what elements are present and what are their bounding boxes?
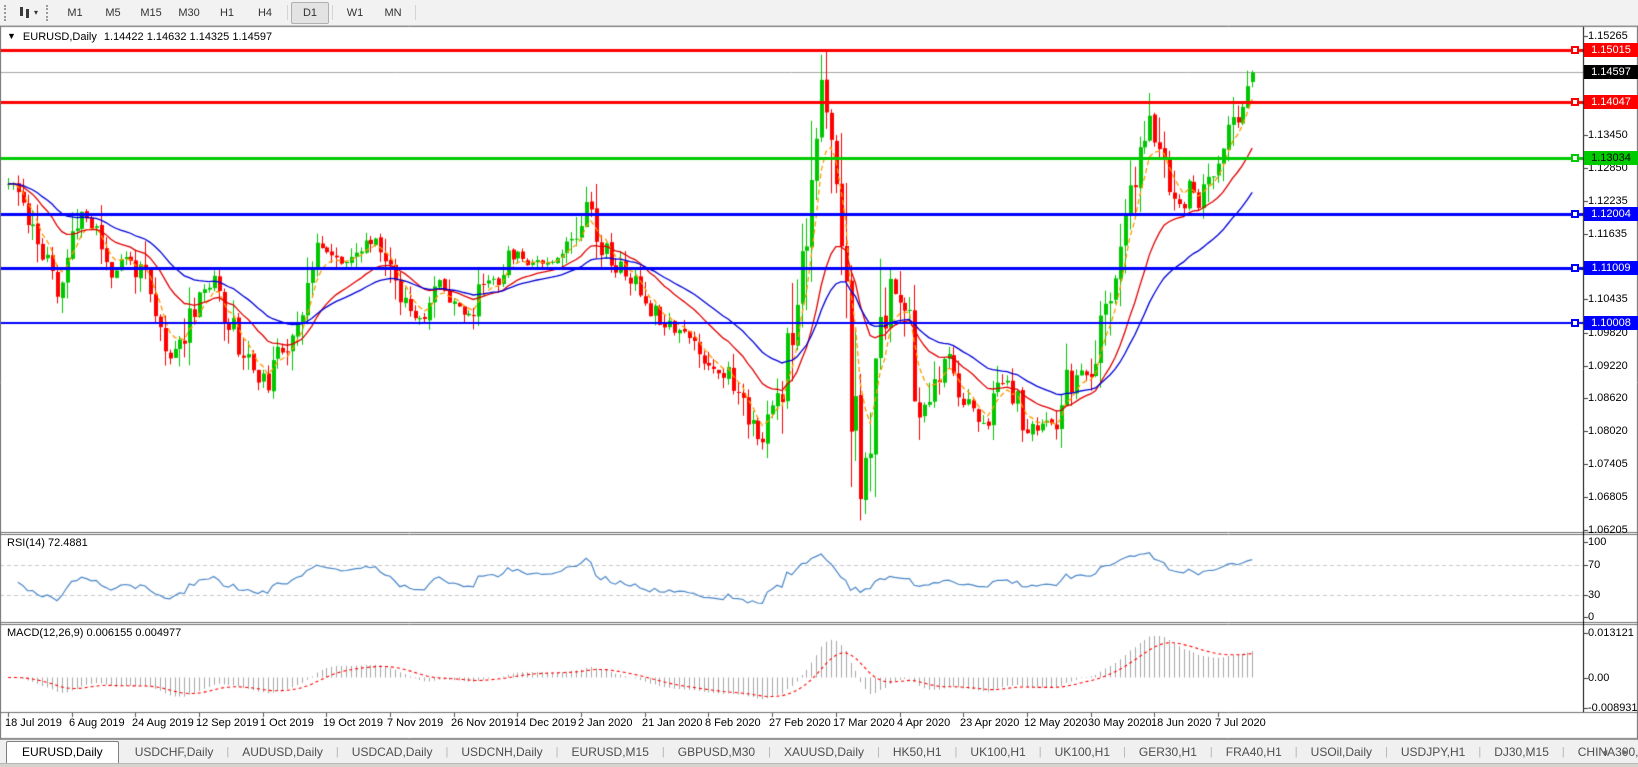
date-label: 18 Jul 2019: [5, 717, 62, 729]
tab-eurusd-m15[interactable]: EURUSD,M15: [559, 742, 662, 763]
date-label: 12 Sep 2019: [196, 717, 258, 729]
level-price-badge: 1.14047: [1584, 95, 1638, 109]
price-tick-label: 1.08020: [1588, 425, 1628, 437]
macd-scale-label: 0.013121: [1588, 627, 1634, 639]
date-label: 19 Oct 2019: [323, 717, 383, 729]
chart-dropdown-icon[interactable]: ▼: [7, 31, 16, 43]
price-tick-label: 1.10435: [1588, 293, 1628, 305]
date-label: 12 May 2020: [1024, 717, 1088, 729]
level-price-badge: 1.11009: [1584, 261, 1638, 275]
tab-scroll-right-button[interactable]: ►: [1621, 747, 1630, 757]
rsi-scale-label: 0: [1588, 611, 1594, 623]
level-price-badge: 1.12004: [1584, 207, 1638, 221]
current-price-badge: 1.14597: [1584, 65, 1638, 79]
tab-usdcnh-daily[interactable]: USDCNH,Daily: [448, 742, 555, 763]
date-label: 6 Aug 2019: [69, 717, 125, 729]
price-tick-label: 1.08620: [1588, 392, 1628, 404]
date-label: 26 Nov 2019: [451, 717, 513, 729]
tab-usdchf-daily[interactable]: USDCHF,Daily: [122, 742, 227, 763]
tab-uk100-h1[interactable]: UK100,H1: [1042, 742, 1123, 763]
price-chart-canvas[interactable]: [0, 0, 1638, 767]
tab-hk50-h1[interactable]: HK50,H1: [880, 742, 955, 763]
hline-marker[interactable]: [1571, 264, 1579, 272]
level-price-badge: 1.10008: [1584, 316, 1638, 330]
tab-xauusd-daily[interactable]: XAUUSD,Daily: [771, 742, 877, 763]
hline-marker[interactable]: [1571, 154, 1579, 162]
tab-scroll-buttons: ◄ ►: [1600, 747, 1630, 757]
price-tick-label: 1.07405: [1588, 458, 1628, 470]
date-label: 24 Aug 2019: [132, 717, 194, 729]
date-label: 23 Apr 2020: [960, 717, 1019, 729]
date-label: 30 May 2020: [1088, 717, 1152, 729]
date-label: 8 Feb 2020: [705, 717, 761, 729]
price-tick-label: 1.11635: [1588, 228, 1627, 240]
date-label: 7 Jul 2020: [1215, 717, 1266, 729]
hline-marker[interactable]: [1571, 210, 1579, 218]
tab-usoil-daily[interactable]: USOil,Daily: [1298, 742, 1385, 763]
hline-marker[interactable]: [1571, 319, 1579, 327]
tab-audusd-daily[interactable]: AUDUSD,Daily: [229, 742, 336, 763]
date-label: 18 Jun 2020: [1151, 717, 1212, 729]
level-price-badge: 1.13034: [1584, 151, 1638, 165]
tab-usdjpy-h1[interactable]: USDJPY,H1: [1388, 742, 1478, 763]
tab-eurusd-daily[interactable]: EURUSD,Daily: [6, 741, 119, 764]
date-label: 7 Nov 2019: [387, 717, 443, 729]
tab-usdcad-daily[interactable]: USDCAD,Daily: [339, 742, 446, 763]
tab-fra40-h1[interactable]: FRA40,H1: [1213, 742, 1295, 763]
macd-scale-label: -0.008931: [1588, 702, 1638, 714]
tab-gbpusd-m30[interactable]: GBPUSD,M30: [665, 742, 768, 763]
symbol-period-label: EURUSD,Daily: [23, 31, 97, 43]
macd-scale-label: 0.00: [1588, 672, 1609, 684]
ohlc-values: 1.14422 1.14632 1.14325 1.14597: [104, 31, 272, 43]
date-label: 27 Feb 2020: [769, 717, 831, 729]
price-tick-label: 1.12235: [1588, 195, 1628, 207]
hline-marker[interactable]: [1571, 98, 1579, 106]
chart-tab-bar: EURUSD,DailyUSDCHF,Daily|AUDUSD,Daily|US…: [0, 739, 1638, 763]
tab-uk100-h1[interactable]: UK100,H1: [957, 742, 1038, 763]
price-tick-label: 1.06205: [1588, 524, 1628, 536]
macd-label: MACD(12,26,9) 0.006155 0.004977: [7, 627, 181, 639]
date-label: 17 Mar 2020: [833, 717, 895, 729]
chart-tabs: EURUSD,DailyUSDCHF,Daily|AUDUSD,Daily|US…: [6, 740, 1638, 763]
chart-title: ▼ EURUSD,Daily 1.14422 1.14632 1.14325 1…: [7, 31, 272, 43]
rsi-scale-label: 100: [1588, 536, 1606, 548]
rsi-label: RSI(14) 72.4881: [7, 537, 88, 549]
tab-dj30-m15[interactable]: DJ30,M15: [1481, 742, 1562, 763]
date-label: 4 Apr 2020: [897, 717, 950, 729]
price-tick-label: 1.06805: [1588, 491, 1628, 503]
level-price-badge: 1.15015: [1584, 43, 1638, 57]
price-tick-label: 1.09220: [1588, 360, 1628, 372]
date-label: 14 Dec 2019: [514, 717, 576, 729]
rsi-scale-label: 30: [1588, 589, 1600, 601]
tab-ger30-h1[interactable]: GER30,H1: [1126, 742, 1210, 763]
status-bar: [0, 763, 1638, 767]
date-label: 2 Jan 2020: [578, 717, 632, 729]
date-label: 21 Jan 2020: [642, 717, 703, 729]
price-tick-label: 1.15265: [1588, 30, 1628, 42]
rsi-scale-label: 70: [1588, 559, 1600, 571]
price-tick-label: 1.13450: [1588, 129, 1628, 141]
tab-scroll-left-button[interactable]: ◄: [1600, 747, 1609, 757]
date-label: 1 Oct 2019: [260, 717, 314, 729]
hline-marker[interactable]: [1571, 46, 1579, 54]
